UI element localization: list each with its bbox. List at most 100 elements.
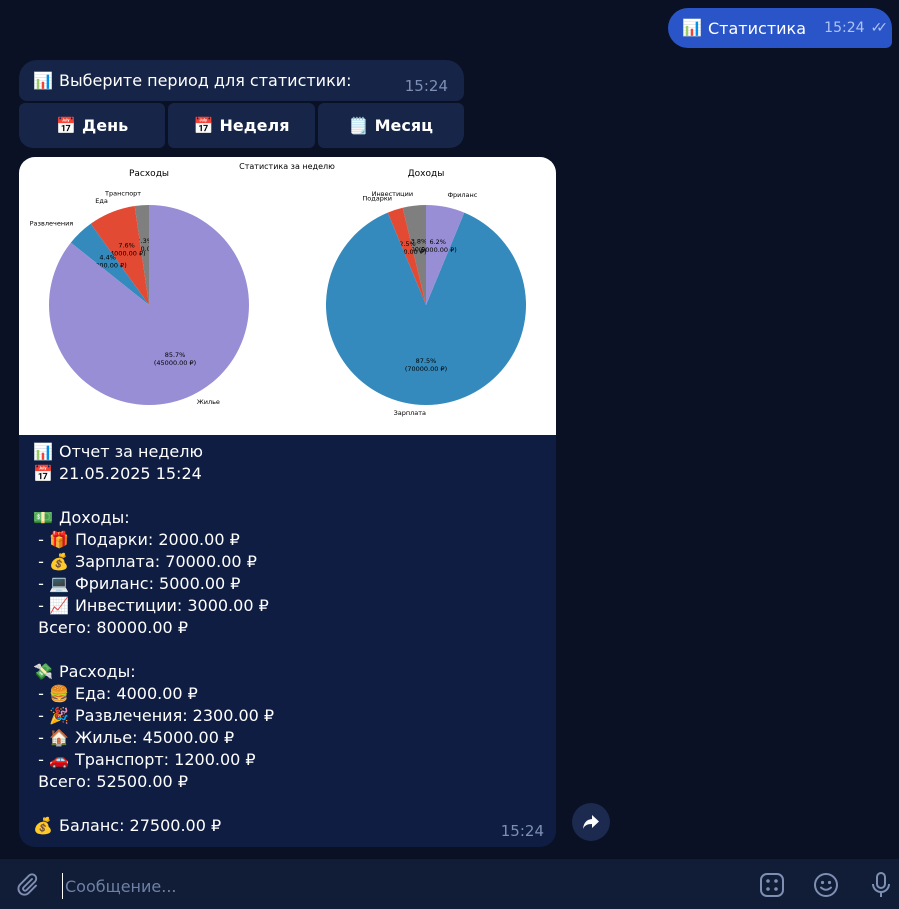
pie-slice-percent: 4.4% [99, 254, 116, 262]
emoji-button[interactable] [812, 871, 840, 899]
pie-title: Расходы [129, 169, 169, 179]
bar-chart-icon: 📊 [682, 18, 702, 37]
pie-charts: Статистика за неделю РасходыТранспорт2.3… [30, 162, 526, 417]
moneybag-icon: 💰 [48, 552, 69, 571]
period-keyboard: 📅 День 📅 Неделя 🗒️ Месяц [19, 103, 464, 148]
notepad-icon: 🗒️ [348, 115, 369, 135]
report-message[interactable]: Статистика за неделю Расходы Транспорт 2.3… [19, 157, 556, 847]
composer [0, 859, 899, 909]
line-prefix: - [33, 706, 49, 725]
calendar-icon: 📅 [193, 115, 214, 135]
chart-suptitle: Статистика за неделю [239, 162, 335, 171]
line-prefix: - [33, 750, 49, 769]
line-text: Отчет за неделю [59, 442, 203, 461]
pie-slice-percent: 87.5% [416, 357, 437, 365]
line-prefix: - [33, 684, 49, 703]
report-line: 💵 Доходы: [33, 507, 533, 529]
pie-slice-label: Транспорт [104, 189, 141, 197]
money-icon: 💵 [33, 508, 53, 527]
line-text: Еда: 4000.00 ₽ [74, 684, 198, 703]
pie-title: Доходы [408, 169, 445, 179]
pie-slice-amount: (70000.00 ₽) [405, 365, 447, 373]
pie-slice-label: Фриланс [447, 191, 477, 199]
calendar-icon: 📅 [56, 115, 76, 135]
burger-icon: 🍔 [48, 684, 69, 703]
message-text: Выберите период для статистики: [59, 71, 352, 90]
line-text: Подарки: 2000.00 ₽ [74, 530, 240, 549]
report-blank-line [33, 793, 533, 815]
pie-slice-label: Еда [95, 197, 108, 205]
voice-button[interactable] [868, 871, 894, 899]
message-input[interactable] [62, 873, 667, 899]
microphone-icon [872, 872, 890, 897]
chart-up-icon: 📈 [48, 596, 69, 615]
bar-chart-icon: 📊 [33, 70, 53, 90]
report-blank-line [33, 639, 533, 661]
moneybag-icon: 💰 [33, 816, 53, 835]
line-text: Жилье: 45000.00 ₽ [74, 728, 235, 747]
smile-icon [814, 873, 838, 897]
pie-slice-label: Развлечения [30, 219, 74, 227]
report-line: - 🍔 Еда: 4000.00 ₽ [33, 683, 533, 705]
line-text: 21.05.2025 15:24 [59, 464, 202, 483]
pie-slice-percent: 7.6% [118, 241, 135, 249]
gift-icon: 🎁 [48, 530, 69, 549]
line-prefix: - [33, 728, 49, 747]
line-text: Фриланс: 5000.00 ₽ [74, 574, 241, 593]
period-day-button[interactable]: 📅 День [19, 103, 166, 148]
pie-slice-label: Подарки [362, 194, 392, 202]
report-line: Всего: 52500.00 ₽ [33, 771, 533, 793]
message-time: 15:24 [824, 20, 865, 36]
house-icon: 🏠 [48, 728, 69, 747]
read-ticks-icon: ✓✓ [870, 20, 889, 36]
line-text: Всего: 52500.00 ₽ [38, 772, 188, 791]
line-text: Инвестиции: 3000.00 ₽ [74, 596, 269, 615]
laptop-icon: 💻 [48, 574, 69, 593]
party-icon: 🎉 [48, 706, 69, 725]
report-line: 💸 Расходы: [33, 661, 533, 683]
line-text: Баланс: 27500.00 ₽ [59, 816, 222, 835]
statistics-chart-image[interactable]: Статистика за неделю Расходы Транспорт 2.3… [19, 157, 556, 435]
forward-button[interactable] [572, 803, 610, 841]
money-wings-icon: 💸 [33, 662, 53, 681]
report-blank-line [33, 485, 533, 507]
line-text: Развлечения: 2300.00 ₽ [74, 706, 275, 725]
report-line: - 🎁 Подарки: 2000.00 ₽ [33, 529, 533, 551]
calendar-icon: 📅 [33, 464, 53, 483]
report-line: - 💰 Зарплата: 70000.00 ₽ [33, 551, 533, 573]
outgoing-message[interactable]: 📊 Статистика 15:24 ✓✓ [668, 8, 892, 48]
report-line: - 🏠 Жилье: 45000.00 ₽ [33, 727, 533, 749]
line-text: Транспорт: 1200.00 ₽ [74, 750, 256, 769]
line-text: Всего: 80000.00 ₽ [38, 618, 188, 637]
report-line: 📅 21.05.2025 15:24 [33, 463, 533, 485]
bar-chart-icon: 📊 [33, 442, 53, 461]
pie-slice-label: Зарплата [394, 409, 426, 417]
line-prefix: - [33, 552, 49, 571]
button-label: Месяц [374, 116, 434, 135]
message-text: Статистика [708, 18, 806, 38]
report-line: - 🎉 Развлечения: 2300.00 ₽ [33, 705, 533, 727]
message-time: 15:24 [500, 822, 544, 840]
report-line: - 🚗 Транспорт: 1200.00 ₽ [33, 749, 533, 771]
line-text: Доходы: [59, 508, 130, 527]
report-line: - 💻 Фриланс: 5000.00 ₽ [33, 573, 533, 595]
report-line: 💰 Баланс: 27500.00 ₽ [33, 815, 533, 837]
pie-slice-percent: 6.2% [429, 238, 446, 246]
forward-icon [583, 815, 599, 829]
line-text: Зарплата: 70000.00 ₽ [74, 552, 257, 571]
car-icon: 🚗 [48, 750, 69, 769]
pie-slice-percent: 85.7% [165, 351, 186, 359]
period-prompt-message[interactable]: 📊 Выберите период для статистики: 15:24 [19, 60, 464, 101]
pie-slice-label: Жилье [197, 398, 220, 406]
period-month-button[interactable]: 🗒️ Месяц [317, 103, 464, 148]
attach-button[interactable] [14, 872, 40, 898]
pie-slice-amount: (45000.00 ₽) [154, 359, 196, 367]
line-text: Расходы: [59, 662, 136, 681]
report-line: - 📈 Инвестиции: 3000.00 ₽ [33, 595, 533, 617]
paperclip-icon [17, 873, 38, 896]
report-line: Всего: 80000.00 ₽ [33, 617, 533, 639]
bot-commands-icon [760, 873, 784, 897]
period-week-button[interactable]: 📅 Неделя [168, 103, 315, 148]
message-time: 15:24 [404, 76, 448, 95]
commands-button[interactable] [758, 871, 786, 899]
